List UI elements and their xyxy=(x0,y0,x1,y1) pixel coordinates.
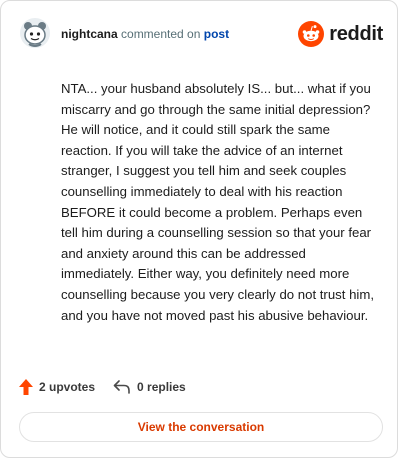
reply-count: 0 replies xyxy=(137,380,186,394)
reply-arrow-icon xyxy=(113,380,130,394)
post-link[interactable]: post xyxy=(204,27,229,41)
comment-meta: nightcana commented on post xyxy=(61,27,229,41)
comment-card: nightcana commented on post reddit NTA..… xyxy=(0,0,398,458)
view-conversation-button[interactable]: View the conversation xyxy=(19,412,383,442)
comment-footer: 2 upvotes 0 replies xyxy=(19,375,186,399)
action-text: commented on xyxy=(121,27,201,41)
replies-button[interactable]: 0 replies xyxy=(113,380,186,394)
reddit-logo-icon xyxy=(298,21,325,47)
upvote-count: 2 upvotes xyxy=(39,380,96,394)
upvote-button[interactable]: 2 upvotes xyxy=(19,379,95,395)
username[interactable]: nightcana xyxy=(61,27,118,41)
user-avatar[interactable] xyxy=(19,17,51,49)
comment-header: nightcana commented on post reddit xyxy=(19,17,385,53)
upvote-arrow-icon xyxy=(19,379,33,395)
reddit-logo[interactable]: reddit xyxy=(298,21,383,47)
comment-body: NTA... your husband absolutely IS... but… xyxy=(61,81,374,323)
logo-text: reddit xyxy=(329,22,383,45)
